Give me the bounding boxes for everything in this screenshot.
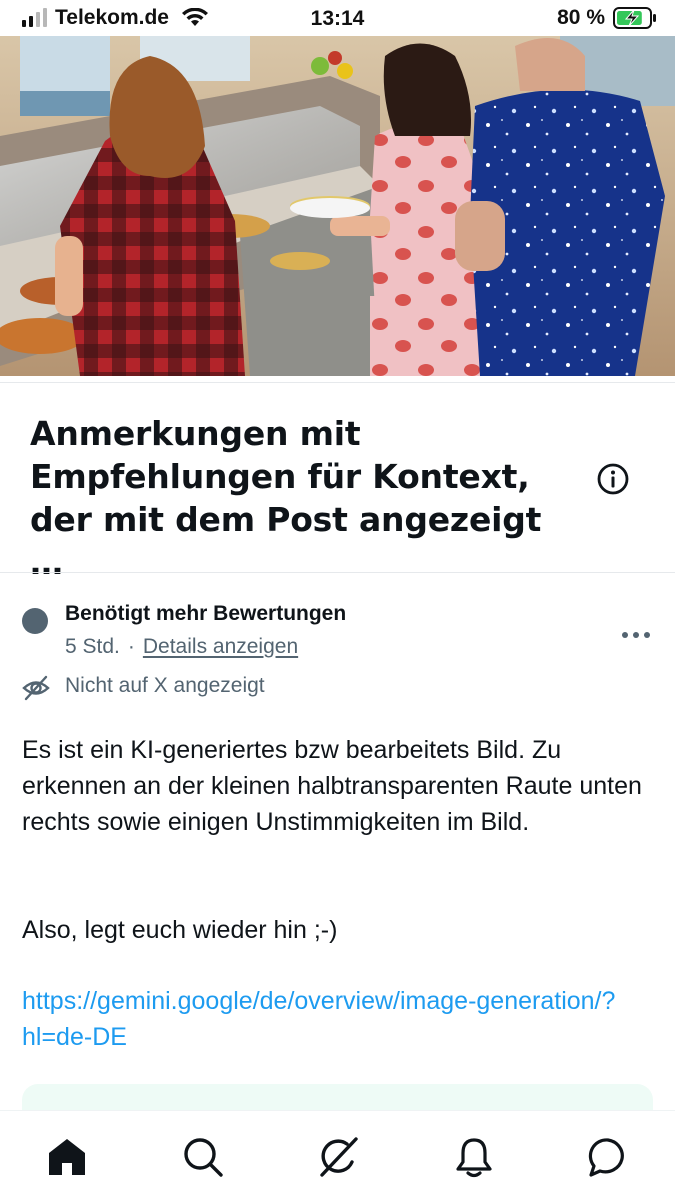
note-meta: 5 Std. · Details anzeigen xyxy=(65,635,298,659)
note-age: 5 Std. xyxy=(65,635,120,658)
nav-search[interactable] xyxy=(181,1135,225,1179)
notes-section-title: Anmerkungen mit Empfehlungen für Kontext… xyxy=(30,414,542,582)
search-icon xyxy=(184,1138,223,1177)
note-status: Benötigt mehr Bewertungen xyxy=(65,602,347,625)
bottom-navigation xyxy=(0,1110,675,1200)
more-options-icon[interactable] xyxy=(620,630,652,640)
note-text: Es ist ein KI-generiertes bzw bearbeitet… xyxy=(22,736,642,836)
grok-icon xyxy=(320,1137,358,1177)
visibility-status: Nicht auf X angezeigt xyxy=(65,674,265,697)
buffet-photo xyxy=(0,36,675,376)
battery-percent: 80 % xyxy=(557,6,605,29)
status-bar: Telekom.de 13:14 80 % xyxy=(0,0,675,36)
note-source-link[interactable]: https://gemini.google/de/overview/image-… xyxy=(22,983,622,1055)
image-divider xyxy=(0,382,675,383)
section-divider xyxy=(0,572,675,573)
nav-grok[interactable] xyxy=(316,1135,360,1179)
rating-status-dot xyxy=(22,608,48,634)
info-icon[interactable] xyxy=(596,462,630,496)
note-text-secondary: Also, legt euch wieder hin ;-) xyxy=(22,916,338,944)
battery-charging-icon xyxy=(613,7,656,29)
messages-icon xyxy=(588,1138,624,1177)
status-right: 80 % xyxy=(557,6,657,30)
nav-home[interactable] xyxy=(45,1135,89,1179)
nav-messages[interactable] xyxy=(586,1135,630,1179)
details-link[interactable]: Details anzeigen xyxy=(143,635,298,659)
bell-icon xyxy=(456,1138,492,1178)
home-icon xyxy=(49,1139,85,1175)
nav-notifications[interactable] xyxy=(452,1135,496,1179)
eye-off-icon xyxy=(22,675,50,701)
meta-separator: · xyxy=(127,635,135,658)
post-image[interactable] xyxy=(0,36,675,376)
